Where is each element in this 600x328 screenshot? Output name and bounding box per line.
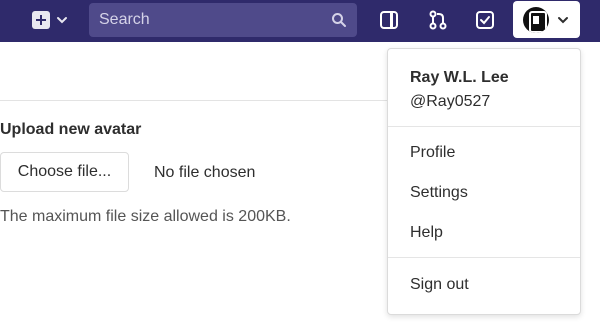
user-display-name: Ray W.L. Lee [410,69,509,86]
todo-check-icon[interactable] [474,9,496,31]
new-item-dropdown-button[interactable] [28,6,76,34]
sidebar-toggle-icon[interactable] [378,9,400,31]
avatar [523,6,549,33]
merge-request-icon[interactable] [427,9,449,31]
upload-avatar-title: Upload new avatar [0,121,142,138]
user-handle: @Ray0527 [410,93,491,110]
section-divider [0,100,395,101]
user-menu-button[interactable] [513,1,580,38]
menu-item-sign-out[interactable]: Sign out [410,276,469,294]
menu-separator [388,257,580,258]
file-status-text: No file chosen [154,164,256,181]
search-input[interactable]: Search [89,3,357,37]
user-dropdown-menu: Ray W.L. Lee @Ray0527 Profile Settings H… [387,48,581,315]
menu-separator [388,126,580,127]
menu-item-help[interactable]: Help [410,224,443,242]
plus-square-icon [32,11,50,29]
chevron-down-icon [57,17,67,24]
search-icon [332,13,346,27]
file-size-help-text: The maximum file size allowed is 200KB. [0,208,291,225]
chevron-down-icon [558,16,568,23]
choose-file-button[interactable]: Choose file... [0,152,129,192]
search-placeholder: Search [99,11,150,28]
menu-item-profile[interactable]: Profile [410,144,455,162]
menu-item-settings[interactable]: Settings [410,184,468,202]
top-navbar: Search [0,0,600,42]
